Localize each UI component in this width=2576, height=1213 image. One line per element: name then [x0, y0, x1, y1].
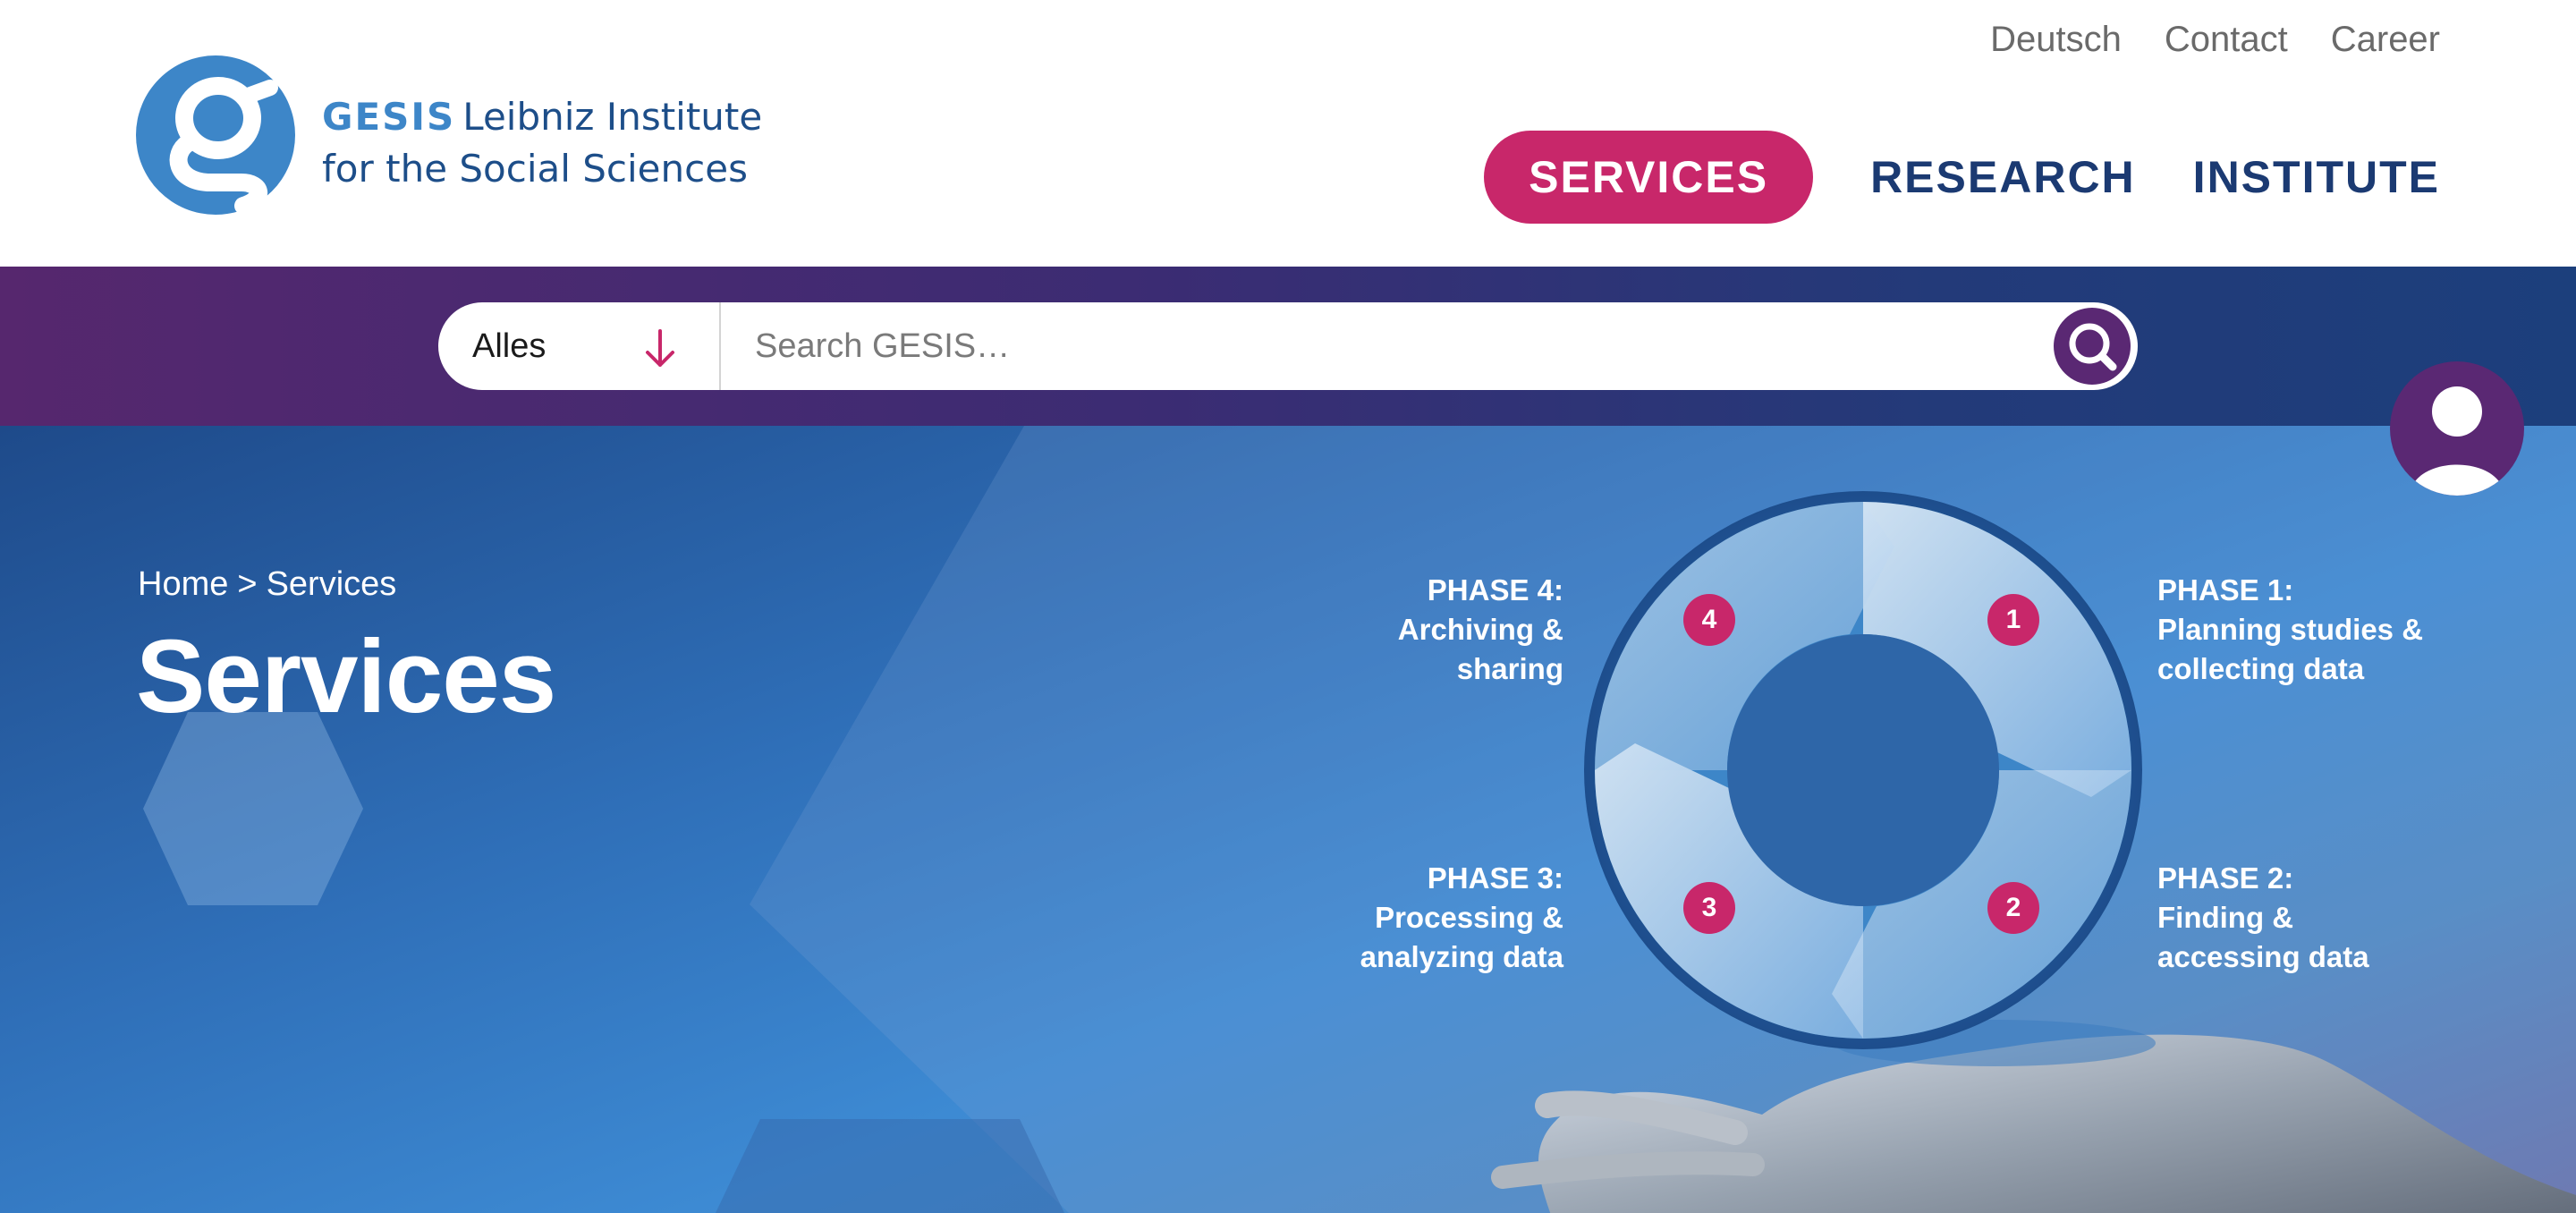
search-scope-label: Alles — [472, 327, 547, 365]
phase-2-line2: accessing data — [2157, 940, 2369, 973]
user-icon — [2410, 386, 2504, 496]
phase-1-badge[interactable]: 1 — [1987, 594, 2039, 646]
phase-2-label[interactable]: PHASE 2: Finding & accessing data — [2157, 859, 2479, 977]
phase-3-badge[interactable]: 3 — [1683, 882, 1735, 934]
main-nav: SERVICES RESEARCH INSTITUTE — [1484, 131, 2440, 224]
arrow-down-icon — [646, 329, 674, 367]
search-button[interactable] — [2054, 308, 2131, 385]
language-link[interactable]: Deutsch — [1990, 14, 2122, 64]
gesis-logo[interactable]: GESIS Leibniz Institute for the Social Sc… — [136, 55, 762, 216]
logo-wordmark: GESIS Leibniz Institute for the Social Sc… — [322, 91, 762, 195]
contact-link[interactable]: Contact — [2165, 14, 2288, 64]
phase-1-line2: collecting data — [2157, 652, 2365, 685]
phase-3-heading: PHASE 3: — [1427, 861, 1563, 895]
logo-line1: Leibniz Institute — [462, 95, 763, 139]
phase-3-line1: Processing & — [1375, 901, 1563, 934]
gesis-logo-icon — [136, 55, 295, 215]
nav-institute[interactable]: INSTITUTE — [2193, 131, 2440, 224]
search-bar: Alles — [438, 302, 2138, 390]
nav-services[interactable]: SERVICES — [1484, 131, 1814, 224]
breadcrumb-home[interactable]: Home — [138, 565, 228, 603]
phase-2-badge[interactable]: 2 — [1987, 882, 2039, 934]
search-input[interactable] — [721, 302, 2018, 390]
user-account-button[interactable] — [2390, 361, 2524, 496]
top-utility-nav: Deutsch Contact Career — [1990, 14, 2440, 64]
phase-4-heading: PHASE 4: — [1427, 573, 1563, 606]
career-link[interactable]: Career — [2331, 14, 2440, 64]
phase-1-heading: PHASE 1: — [2157, 573, 2294, 606]
search-scope-select[interactable]: Alles — [438, 302, 721, 390]
search-band: Alles — [0, 267, 2576, 426]
breadcrumb-separator: > — [237, 565, 258, 603]
phase-3-line2: analyzing data — [1360, 940, 1563, 973]
lifecycle-ring — [1584, 491, 2142, 1049]
phase-3-label[interactable]: PHASE 3: Processing & analyzing data — [1252, 859, 1563, 977]
phase-2-heading: PHASE 2: — [2157, 861, 2294, 895]
phase-1-line1: Planning studies & — [2157, 613, 2424, 646]
phase-4-badge[interactable]: 4 — [1683, 594, 1735, 646]
phase-4-line1: Archiving & — [1397, 613, 1563, 646]
breadcrumb: Home > Services — [138, 565, 405, 604]
page-title: Services — [136, 618, 556, 734]
phase-4-label[interactable]: PHASE 4: Archiving & sharing — [1342, 571, 1563, 689]
hero-banner: Home > Services Services 1 2 3 4 PHASE 1… — [0, 426, 2576, 1213]
site-header: GESIS Leibniz Institute for the Social Sc… — [0, 0, 2576, 267]
phase-1-label[interactable]: PHASE 1: Planning studies & collecting d… — [2157, 571, 2479, 689]
logo-brand: GESIS — [322, 95, 456, 139]
nav-research[interactable]: RESEARCH — [1870, 131, 2136, 224]
phase-2-line1: Finding & — [2157, 901, 2294, 934]
phase-4-line2: sharing — [1456, 652, 1563, 685]
breadcrumb-current: Services — [266, 565, 397, 603]
logo-line2: for the Social Sciences — [322, 147, 748, 191]
search-icon — [2069, 323, 2117, 371]
